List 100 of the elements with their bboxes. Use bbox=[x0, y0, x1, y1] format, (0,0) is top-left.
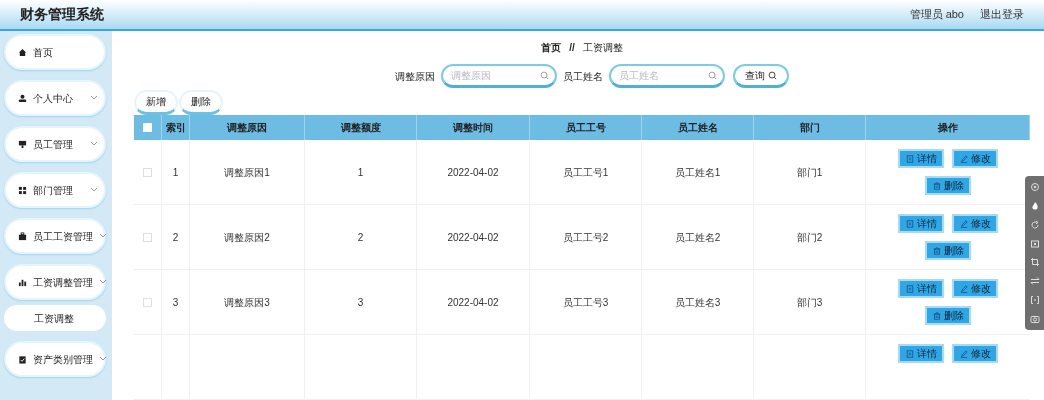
document-icon bbox=[905, 219, 914, 228]
column-header: 员工工号 bbox=[565, 121, 606, 135]
column-header: 调整额度 bbox=[340, 121, 381, 135]
table-cell-text: 2 bbox=[357, 230, 364, 245]
breadcrumb-separator: // bbox=[569, 41, 575, 56]
app-title: 财务管理系统 bbox=[20, 5, 104, 24]
menu-label: 个人中心 bbox=[33, 91, 74, 106]
menu-item[interactable]: 工资调整管理 bbox=[4, 264, 106, 300]
pen-icon bbox=[959, 219, 968, 228]
table-cell-text: 部门2 bbox=[796, 230, 823, 245]
id-card-icon bbox=[18, 139, 27, 149]
menu-label: 首页 bbox=[33, 45, 54, 60]
breadcrumb-item[interactable]: 工资调整 bbox=[582, 40, 623, 56]
table-cell-text: 员工姓名2 bbox=[674, 230, 721, 245]
menu-label: 部门管理 bbox=[33, 183, 74, 198]
bracket-icon[interactable] bbox=[1029, 294, 1040, 305]
breadcrumb-item[interactable]: 首页 bbox=[541, 40, 562, 56]
checkbox[interactable] bbox=[143, 123, 152, 132]
table-cell-text: 2022-04-02 bbox=[447, 165, 499, 180]
submenu-item[interactable]: 工资调整 bbox=[4, 305, 106, 331]
document-icon bbox=[905, 154, 914, 163]
action-button[interactable]: 新增 bbox=[134, 89, 178, 115]
briefcase-icon bbox=[18, 231, 27, 241]
checkbox[interactable] bbox=[143, 167, 152, 177]
table-cell-text: 调整原因1 bbox=[224, 165, 270, 180]
table-cell-text: 3 bbox=[172, 295, 179, 310]
bar-chart-icon bbox=[18, 277, 27, 287]
table-cell-text: 1 bbox=[357, 165, 364, 180]
trash-icon bbox=[932, 311, 941, 320]
search-icon bbox=[708, 71, 717, 81]
column-header: 调整时间 bbox=[453, 121, 493, 135]
table-cell-text: 员工工号1 bbox=[562, 165, 609, 180]
menu-item[interactable]: 员工工资管理 bbox=[4, 218, 106, 254]
table-cell-text: 2 bbox=[172, 230, 179, 245]
menu-item[interactable]: 部门管理 bbox=[4, 172, 106, 208]
row-action-button[interactable]: 删除 bbox=[925, 306, 971, 325]
row-action-button[interactable]: 删除 bbox=[925, 241, 971, 260]
search-icon bbox=[540, 71, 549, 81]
frame-icon[interactable] bbox=[1029, 238, 1040, 249]
logout-link[interactable]: 退出登录 bbox=[980, 6, 1024, 23]
menu-item[interactable]: 个人中心 bbox=[4, 80, 106, 116]
person-icon bbox=[18, 93, 27, 103]
menu-item[interactable]: 资产类别管理 bbox=[4, 341, 106, 377]
grid-icon bbox=[18, 185, 27, 195]
menu-label: 工资调整管理 bbox=[33, 275, 93, 290]
search-icon bbox=[768, 71, 777, 81]
pen-icon bbox=[959, 349, 968, 358]
document-icon bbox=[905, 284, 914, 293]
trash-icon bbox=[932, 246, 941, 255]
table-cell-text: 调整原因3 bbox=[224, 295, 270, 310]
field-label: 调整原因 bbox=[395, 69, 435, 84]
table-cell-text: 3 bbox=[357, 295, 364, 310]
row-action-button[interactable]: 详情 bbox=[898, 344, 944, 363]
clipboard-icon bbox=[18, 354, 27, 364]
pen-icon bbox=[959, 154, 968, 163]
menu-label: 员工管理 bbox=[33, 137, 74, 152]
row-action-button[interactable]: 修改 bbox=[952, 149, 998, 168]
column-header: 员工姓名 bbox=[677, 121, 718, 135]
table-cell-text: 员工工号2 bbox=[562, 230, 609, 245]
table-cell-text: 2022-04-02 bbox=[447, 230, 499, 245]
swap-icon[interactable] bbox=[1029, 276, 1040, 287]
menu-label: 员工工资管理 bbox=[33, 229, 93, 244]
row-action-button[interactable]: 详情 bbox=[898, 214, 944, 233]
refresh-icon[interactable] bbox=[1029, 219, 1040, 230]
column-header: 部门 bbox=[799, 121, 820, 135]
document-icon bbox=[905, 349, 914, 358]
table-cell-text: 1 bbox=[172, 165, 179, 180]
row-action-button[interactable]: 删除 bbox=[925, 176, 971, 195]
target-icon[interactable] bbox=[1029, 182, 1040, 193]
search-field[interactable]: 员工姓名 bbox=[609, 64, 725, 89]
row-action-button[interactable]: 修改 bbox=[952, 214, 998, 233]
camera-icon[interactable] bbox=[1029, 313, 1040, 324]
checkbox[interactable] bbox=[143, 232, 152, 242]
pen-icon bbox=[959, 284, 968, 293]
search-field[interactable]: 调整原因 bbox=[441, 64, 557, 89]
table-cell-text: 员工姓名1 bbox=[674, 165, 721, 180]
column-header: 操作 bbox=[937, 121, 958, 135]
menu-item[interactable]: 员工管理 bbox=[4, 126, 106, 162]
table-cell-text: 员工工号3 bbox=[562, 295, 609, 310]
home-icon bbox=[18, 47, 27, 57]
checkbox[interactable] bbox=[143, 297, 152, 307]
table-cell-text: 部门3 bbox=[796, 295, 823, 310]
crop-icon[interactable] bbox=[1029, 257, 1040, 268]
trash-icon bbox=[932, 181, 941, 190]
menu-item[interactable]: 首页 bbox=[4, 34, 106, 70]
table-cell-text: 2022-04-02 bbox=[447, 295, 499, 310]
search-button[interactable]: 查询 bbox=[733, 64, 789, 89]
row-action-button[interactable]: 修改 bbox=[952, 279, 998, 298]
table-cell-text: 调整原因2 bbox=[224, 230, 270, 245]
column-header: 索引 bbox=[165, 121, 186, 135]
row-action-button[interactable]: 详情 bbox=[898, 279, 944, 298]
row-action-button[interactable]: 修改 bbox=[952, 344, 998, 363]
user-label: 管理员 abo bbox=[909, 7, 964, 23]
field-label: 员工姓名 bbox=[563, 69, 603, 84]
action-button[interactable]: 删除 bbox=[179, 89, 223, 115]
row-action-button[interactable]: 详情 bbox=[898, 149, 944, 168]
menu-label: 资产类别管理 bbox=[33, 352, 93, 367]
column-header: 调整原因 bbox=[227, 121, 267, 135]
table-cell-text: 员工姓名3 bbox=[674, 295, 721, 310]
table-cell-text: 部门1 bbox=[796, 165, 823, 180]
